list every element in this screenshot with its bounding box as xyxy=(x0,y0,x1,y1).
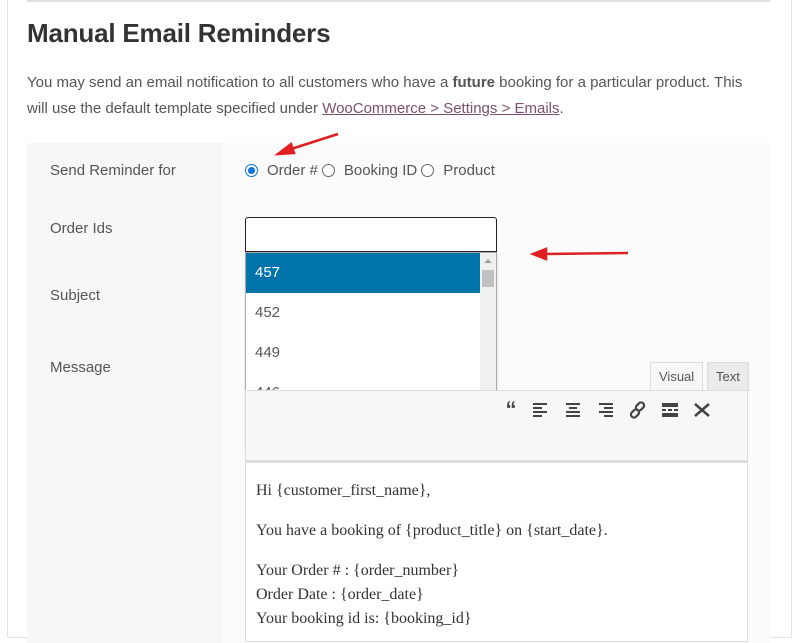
annotation-arrows xyxy=(273,132,629,261)
annotation-arrowhead-icon xyxy=(529,247,548,261)
annotation-arrow-icon xyxy=(287,132,339,152)
annotation-arrow-icon xyxy=(544,251,629,256)
annotation-arrowhead-icon xyxy=(273,141,296,156)
